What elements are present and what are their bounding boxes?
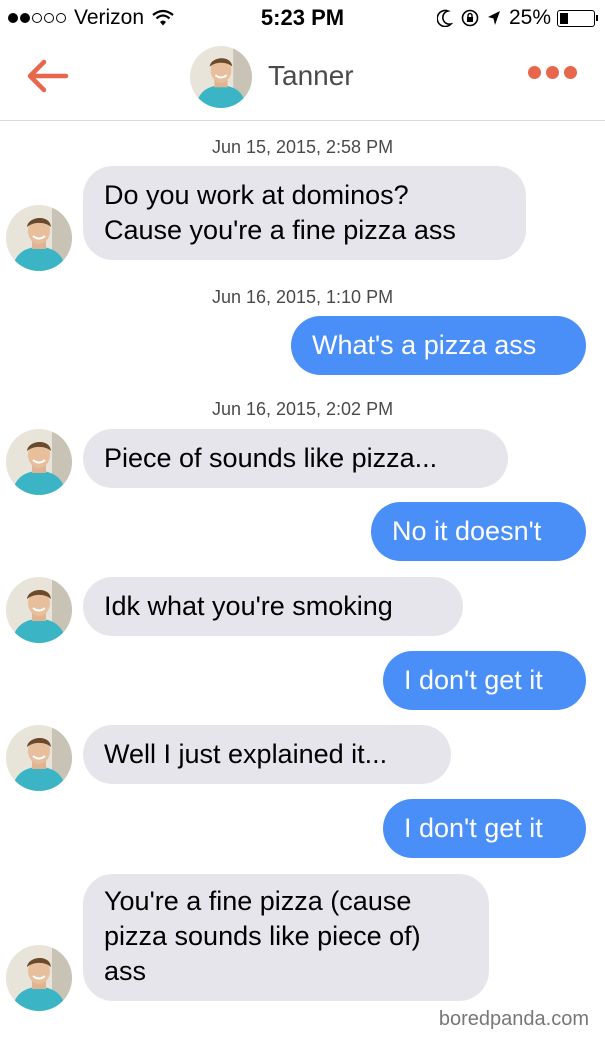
message-line: You're a fine pizza (cause xyxy=(104,886,412,916)
rotation-lock-icon xyxy=(461,9,479,27)
message-timestamp: Jun 15, 2015, 2:58 PM xyxy=(211,137,394,157)
moon-icon xyxy=(436,9,453,27)
arrow-left-icon[interactable] xyxy=(22,56,70,96)
more-dots-icon[interactable] xyxy=(523,66,577,79)
battery-percent: 25% xyxy=(508,6,551,29)
avatar[interactable] xyxy=(6,725,72,791)
message-line: Cause you're a fine pizza ass xyxy=(104,215,456,245)
message-line: I don't get it xyxy=(404,813,543,843)
incoming-message[interactable]: Piece of sounds like pizza... xyxy=(83,429,508,488)
message-line: ass xyxy=(104,956,147,986)
avatar[interactable] xyxy=(6,945,72,1011)
outgoing-message[interactable]: I don't get it xyxy=(383,799,586,858)
location-arrow-icon xyxy=(487,11,500,25)
outgoing-message[interactable]: I don't get it xyxy=(383,651,586,710)
message-list[interactable]: Jun 15, 2015, 2:58 PM Do you work at dom… xyxy=(0,121,605,1045)
chat-screen: Verizon 5:23 PM 25% Tanner Jun 15, 2015,… xyxy=(0,0,605,1045)
incoming-message[interactable]: Idk what you're smoking xyxy=(83,577,463,636)
avatar[interactable] xyxy=(6,577,72,643)
incoming-message[interactable]: Do you work at dominos? Cause you're a f… xyxy=(83,166,526,260)
avatar[interactable] xyxy=(190,46,252,108)
incoming-message[interactable]: You're a fine pizza (cause pizza sounds … xyxy=(83,874,489,1001)
outgoing-message[interactable]: No it doesn't xyxy=(371,502,586,561)
chat-header: Tanner xyxy=(0,36,605,121)
battery-icon xyxy=(557,9,598,27)
message-line: Piece of sounds like pizza... xyxy=(104,443,438,473)
watermark: boredpanda.com xyxy=(438,1008,589,1030)
message-line: I don't get it xyxy=(404,665,543,695)
message-line: pizza sounds like piece of) xyxy=(104,921,421,951)
message-timestamp: Jun 16, 2015, 1:10 PM xyxy=(211,287,394,307)
contact-name[interactable]: Tanner xyxy=(268,60,354,92)
message-line: Do you work at dominos? xyxy=(104,180,409,210)
status-right: 25% xyxy=(429,6,598,30)
message-line: What's a pizza ass xyxy=(312,330,537,360)
message-line: No it doesn't xyxy=(392,516,542,546)
message-line: Idk what you're smoking xyxy=(104,591,393,621)
avatar[interactable] xyxy=(6,205,72,271)
message-timestamp: Jun 16, 2015, 2:02 PM xyxy=(211,399,394,419)
incoming-message[interactable]: Well I just explained it... xyxy=(83,725,451,784)
outgoing-message[interactable]: What's a pizza ass xyxy=(291,316,586,375)
avatar[interactable] xyxy=(6,429,72,495)
status-bar: Verizon 5:23 PM 25% xyxy=(0,0,605,36)
message-line: Well I just explained it... xyxy=(104,739,388,769)
